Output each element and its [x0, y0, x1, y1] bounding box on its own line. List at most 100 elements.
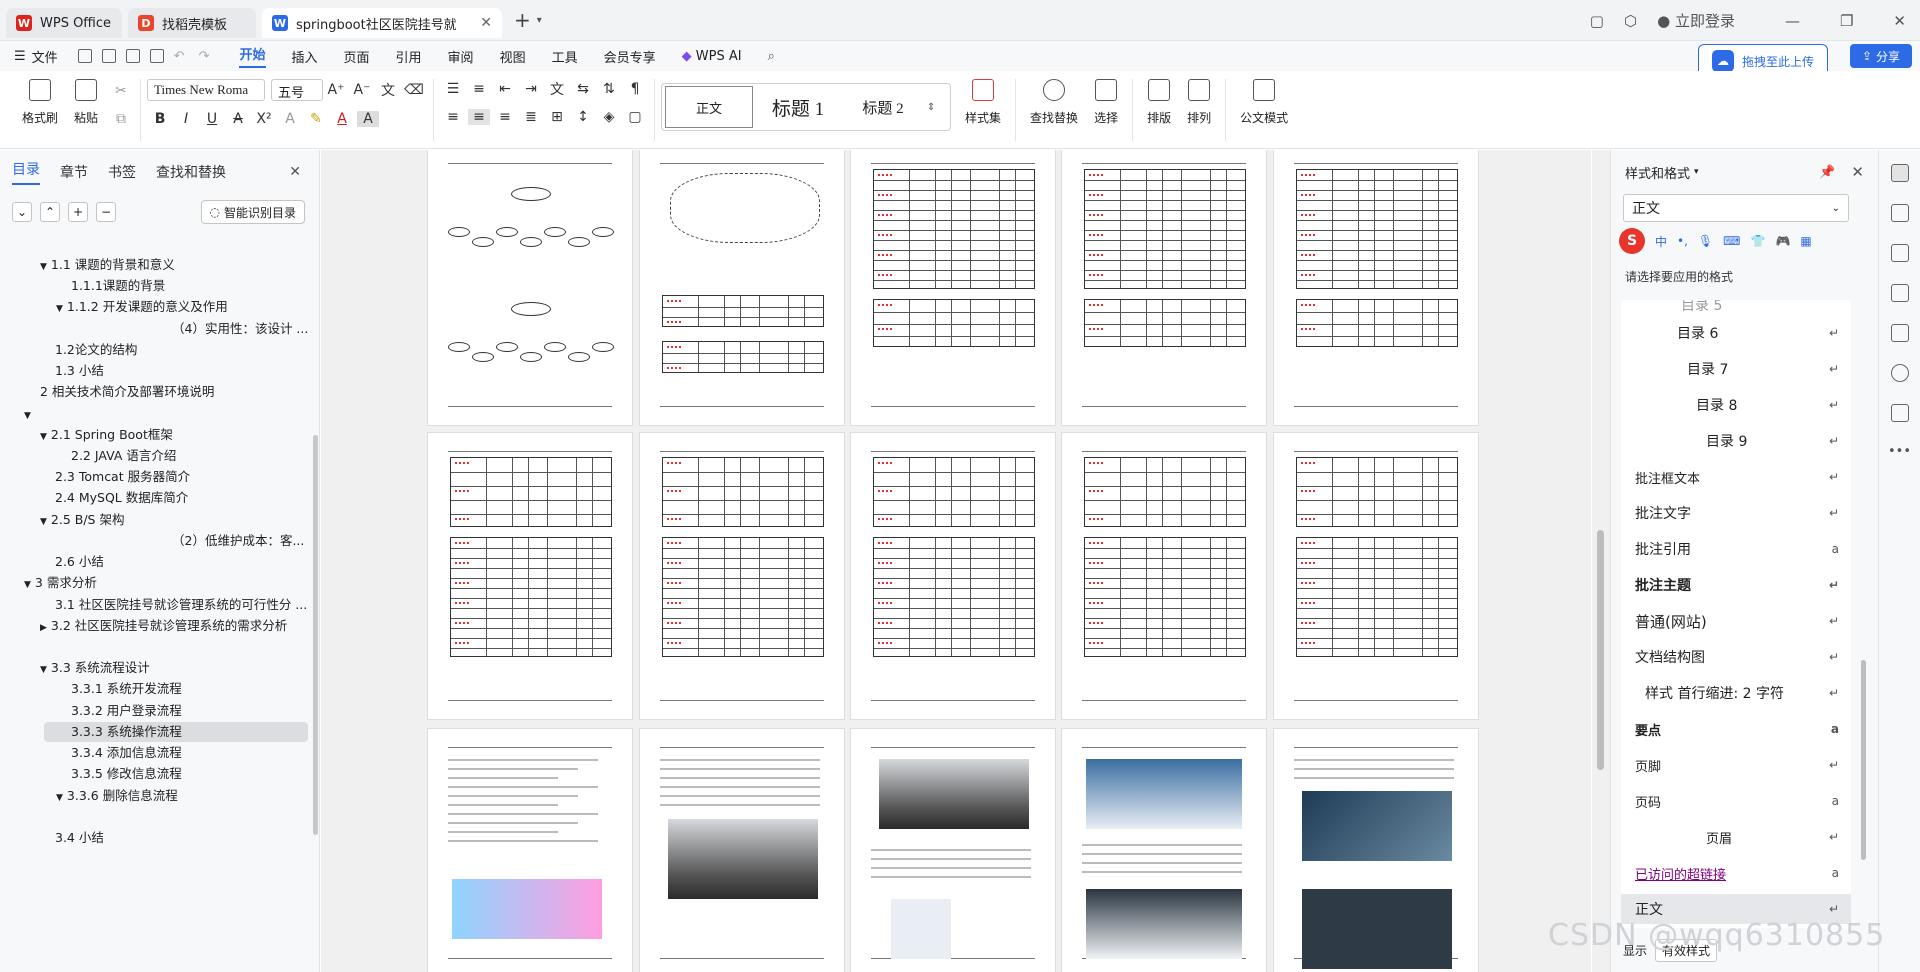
close-panel-icon[interactable]: ✕: [1851, 163, 1864, 181]
style-item[interactable]: 普通(网站) ↵: [1621, 606, 1851, 636]
style-item-partial[interactable]: 目录 5: [1621, 300, 1851, 320]
style-format-icon[interactable]: [1890, 164, 1909, 182]
help-icon[interactable]: [1890, 364, 1909, 382]
restore-icon[interactable]: ❐: [1840, 12, 1853, 30]
chinese-layout-icon[interactable]: 文: [546, 79, 568, 99]
ime-chinese-mode[interactable]: 中: [1655, 233, 1667, 250]
nav-tab-chapter[interactable]: 章节: [60, 162, 88, 182]
style-item[interactable]: 已访问的超链接 a: [1621, 858, 1851, 888]
current-style-select[interactable]: 正文 ⌄: [1623, 194, 1849, 222]
toc-item[interactable]: ▼ 3.3 系统流程设计: [40, 658, 150, 678]
distribute-icon[interactable]: ⊞: [546, 109, 568, 125]
ai-toc-button[interactable]: ◌ 智能识别目录: [200, 200, 305, 224]
close-nav-icon[interactable]: ✕: [289, 164, 301, 180]
toc-item[interactable]: 2.6 小结: [55, 552, 104, 572]
sogou-ime-icon[interactable]: S: [1619, 228, 1645, 254]
style-item[interactable]: 目录 7 ↵: [1621, 354, 1851, 384]
file-menu[interactable]: 文件: [32, 47, 58, 66]
style-set-button[interactable]: 样式集: [965, 79, 1001, 126]
toolbox-icon[interactable]: ▦: [1800, 234, 1811, 248]
redo-icon[interactable]: ↷: [199, 49, 210, 64]
increase-indent-icon[interactable]: ⇥: [520, 81, 542, 97]
toc-item[interactable]: ▼ 1.1.2 开发课题的意义及作用: [56, 297, 228, 317]
window-layout-icon[interactable]: ▢: [1590, 12, 1604, 30]
nav-tab-find-replace[interactable]: 查找和替换: [156, 162, 226, 182]
nav-tab-bookmark[interactable]: 书签: [108, 162, 136, 182]
align-center-icon[interactable]: ≡: [468, 109, 491, 125]
style-heading-1[interactable]: 标题 1: [753, 86, 843, 128]
hamburger-icon[interactable]: ☰: [14, 49, 26, 64]
export-icon[interactable]: [101, 49, 116, 63]
style-item[interactable]: 要点 a: [1621, 714, 1851, 744]
print-preview-icon[interactable]: [149, 49, 164, 63]
toc-item[interactable]: 3.1 社区医院挂号就诊管理系统的可行性分 ...: [55, 595, 307, 615]
style-item[interactable]: 目录 9 ↵: [1621, 426, 1851, 456]
toc-item[interactable]: ▼ 3.3.6 删除信息流程: [56, 786, 178, 806]
style-item[interactable]: 文档结构图 ↵: [1621, 642, 1851, 672]
style-item[interactable]: 批注文字 ↵: [1621, 498, 1851, 528]
align-right-icon[interactable]: ≡: [494, 109, 516, 125]
justify-icon[interactable]: ≣: [520, 109, 542, 125]
grow-font-icon[interactable]: A⁺: [325, 82, 347, 98]
toc-item[interactable]: 2.2 JAVA 语言介绍: [71, 446, 176, 466]
select-arrow-icon[interactable]: [1890, 204, 1909, 222]
toc-item[interactable]: 3.3.4 添加信息流程: [71, 743, 182, 763]
tab-list-icon[interactable]: ▾: [537, 15, 542, 26]
document-scrollbar[interactable]: [1592, 150, 1610, 972]
toc-item[interactable]: 1.1.1课题的背景: [71, 276, 165, 296]
style-item[interactable]: 页码 a: [1621, 786, 1851, 816]
close-window-icon[interactable]: ✕: [1893, 12, 1906, 30]
arrange-button[interactable]: 排列: [1187, 79, 1211, 126]
superscript-icon[interactable]: X²: [253, 111, 275, 127]
add-level-icon[interactable]: +: [68, 202, 88, 222]
typeset-button[interactable]: 排版: [1147, 79, 1171, 126]
gallery-more-icon[interactable]: ⇕: [927, 102, 935, 113]
styles-panel-title[interactable]: 样式和格式: [1625, 163, 1690, 182]
style-item[interactable]: 目录 6 ↵: [1621, 318, 1851, 348]
remove-level-icon[interactable]: −: [96, 202, 116, 222]
strikethrough-icon[interactable]: A: [227, 111, 249, 127]
toc-item[interactable]: 2 相关技术简介及部署环境说明: [40, 382, 214, 402]
expand-down-icon[interactable]: ⌄: [12, 202, 32, 222]
toc-item[interactable]: 1.2论文的结构: [55, 340, 137, 360]
font-name-select[interactable]: Times New Roma: [147, 79, 266, 101]
bold-icon[interactable]: B: [149, 111, 171, 127]
text-direction-icon[interactable]: ⇆: [572, 81, 594, 97]
toc-item[interactable]: ▼ 3 需求分析: [24, 573, 97, 593]
toc-item[interactable]: 3.3.5 修改信息流程: [71, 764, 182, 784]
login-button[interactable]: ● 立即登录: [1657, 10, 1735, 31]
char-shading-icon[interactable]: A: [357, 111, 380, 127]
menu-view[interactable]: 视图: [500, 47, 526, 66]
font-color-icon[interactable]: A: [331, 111, 353, 127]
format-painter-button[interactable]: 格式刷: [22, 79, 58, 126]
cut-icon[interactable]: ✂: [110, 83, 132, 99]
gear-icon[interactable]: [1890, 404, 1909, 422]
print-icon[interactable]: [125, 49, 140, 63]
nav-tab-toc[interactable]: 目录: [12, 159, 40, 185]
tab-wps-office[interactable]: W WPS Office: [6, 8, 122, 38]
toc-item[interactable]: 1.3 小结: [55, 361, 104, 381]
keyboard-icon[interactable]: ⌨: [1723, 234, 1740, 248]
style-item[interactable]: 批注框文本 ↵: [1621, 462, 1851, 492]
minimize-icon[interactable]: —: [1785, 12, 1800, 30]
toc-item[interactable]: ▶ 3.2 社区医院挂号就诊管理系统的需求分析: [40, 616, 287, 636]
text-effect-icon[interactable]: A: [279, 111, 301, 127]
select-button[interactable]: 选择: [1094, 79, 1118, 126]
collapse-up-icon[interactable]: ⌃: [40, 202, 60, 222]
menu-home[interactable]: 开始: [239, 44, 266, 68]
toc-item[interactable]: 3.3.2 用户登录流程: [71, 701, 182, 721]
style-normal[interactable]: 正文: [665, 86, 754, 128]
font-size-select[interactable]: 五号: [271, 79, 324, 101]
tab-docer-templates[interactable]: D 找稻壳模板: [128, 8, 256, 38]
toc-item-selected[interactable]: 3.3.3 系统操作流程: [44, 722, 308, 742]
toc-item[interactable]: ▼ 2.5 B/S 架构: [40, 510, 124, 530]
save-icon[interactable]: [77, 49, 92, 63]
decrease-indent-icon[interactable]: ⇤: [494, 81, 516, 97]
toc-item[interactable]: （2）低维护成本：客...: [172, 531, 304, 551]
find-replace-button[interactable]: 查找替换: [1030, 79, 1078, 126]
punctuation-icon[interactable]: •,: [1677, 234, 1688, 248]
style-item[interactable]: 批注主题 ↵: [1621, 570, 1851, 600]
italic-icon[interactable]: I: [175, 111, 197, 127]
menu-page[interactable]: 页面: [344, 47, 370, 66]
show-marks-icon[interactable]: ¶: [624, 81, 646, 97]
